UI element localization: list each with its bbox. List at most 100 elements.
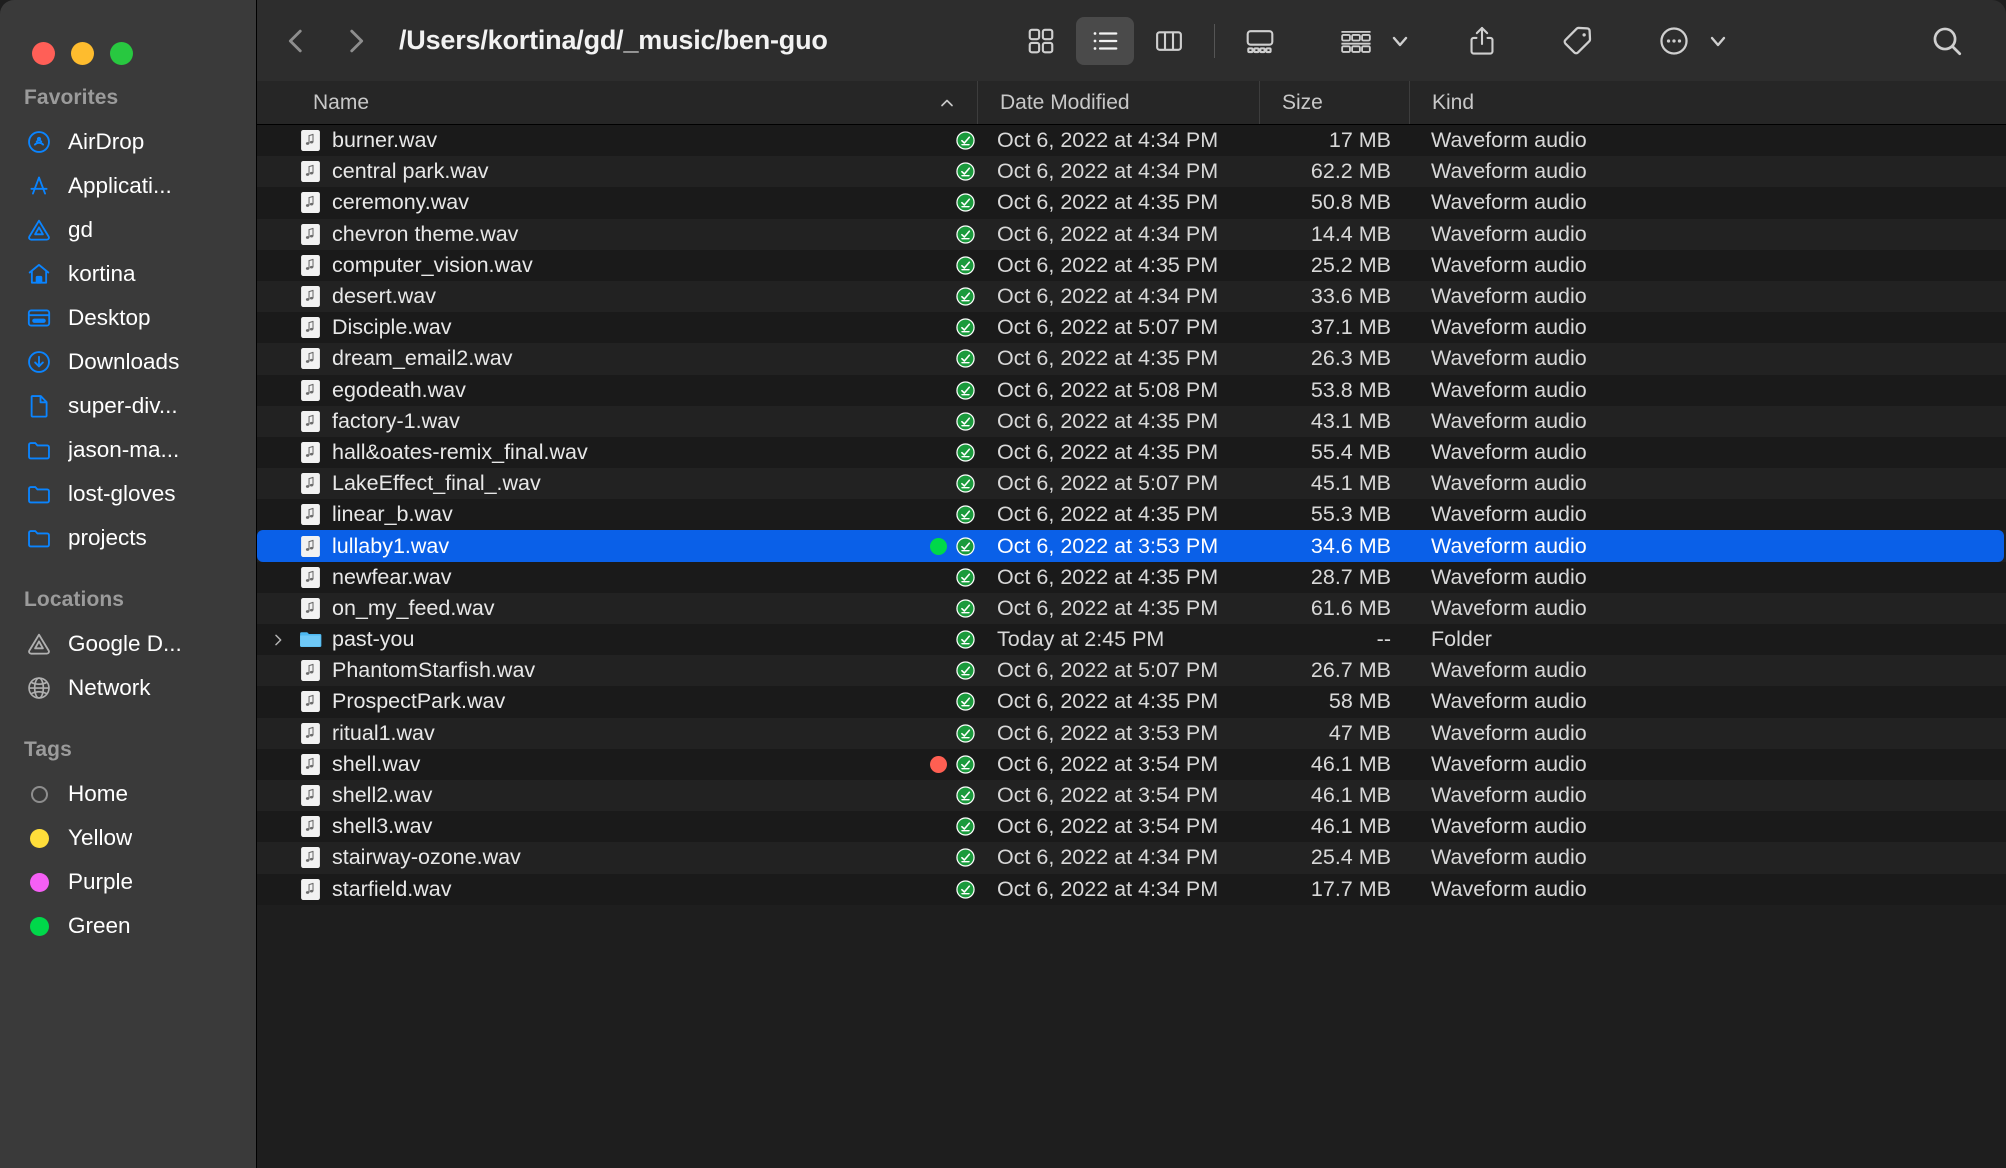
file-name-label: shell2.wav (332, 783, 433, 808)
table-row[interactable]: past-you Today at 2:45 PM -- Folder (257, 624, 2006, 656)
table-row[interactable]: on_my_feed.wav Oct 6, 2022 at 4:35 PM 61.6… (257, 592, 2006, 624)
table-row[interactable]: lullaby1.wav Oct 6, 2022 at 3:53 PM 34.6 M… (257, 530, 2006, 562)
sidebar-item-kortina[interactable]: kortina (0, 252, 256, 296)
sidebar-item-label: super-div... (68, 393, 178, 418)
table-row[interactable]: newfear.wav Oct 6, 2022 at 4:35 PM 28.7 MB… (257, 561, 2006, 593)
sidebar-item-projects[interactable]: projects (0, 516, 256, 560)
table-row[interactable]: desert.wav Oct 6, 2022 at 4:34 PM 33.6 MB W… (257, 280, 2006, 313)
cell-name[interactable]: newfear.wav (257, 565, 917, 590)
cell-name[interactable]: past-you (257, 627, 917, 652)
cell-name[interactable]: ProspectPark.wav (257, 689, 917, 714)
sidebar-item-jason-ma[interactable]: jason-ma... (0, 428, 256, 472)
audio-file-icon (299, 472, 322, 495)
table-row[interactable]: burner.wav Oct 6, 2022 at 4:34 PM 17 MB Wav… (257, 125, 2006, 157)
tag-button[interactable] (1549, 17, 1607, 65)
list-view-button[interactable] (1076, 16, 1135, 65)
sidebar-item-desktop[interactable]: Desktop (0, 296, 256, 340)
column-header-name[interactable]: Name (257, 81, 917, 124)
cell-kind: Waveform audio (1431, 564, 1587, 589)
cell-kind: Waveform audio (1431, 751, 1587, 776)
column-header-kind[interactable]: Kind (1409, 81, 2006, 124)
file-list[interactable]: burner.wav Oct 6, 2022 at 4:34 PM 17 MB Wav… (257, 125, 2006, 1168)
minimize-button[interactable] (71, 42, 94, 65)
tag-dot-icon (26, 825, 52, 851)
table-row[interactable]: starfield.wav Oct 6, 2022 at 4:34 PM 17.7 … (257, 873, 2006, 905)
cell-name[interactable]: egodeath.wav (257, 378, 917, 403)
table-row[interactable]: factory-1.wav Oct 6, 2022 at 4:35 PM 43.1 … (257, 405, 2006, 437)
table-row[interactable]: LakeEffect_final_.wav Oct 6, 2022 at 5:07… (257, 468, 2006, 500)
cell-size: 37.1 MB (1310, 315, 1391, 340)
cell-name[interactable]: on_my_feed.wav (257, 596, 917, 621)
group-by-chevron-down-icon[interactable] (1385, 26, 1415, 56)
share-button[interactable] (1453, 17, 1511, 65)
sidebar-item-gd[interactable]: gd (0, 208, 256, 252)
sidebar-item-network[interactable]: Network (0, 666, 256, 710)
more-chevron-down-icon[interactable] (1703, 26, 1733, 56)
table-row[interactable]: chevron theme.wav Oct 6, 2022 at 4:34 PM 1… (257, 218, 2006, 250)
cell-name[interactable]: ceremony.wav (257, 190, 917, 215)
forward-button[interactable] (339, 24, 373, 58)
sidebar-item-super-div[interactable]: super-div... (0, 384, 256, 428)
zoom-button[interactable] (110, 42, 133, 65)
cell-name[interactable]: central park.wav (257, 159, 917, 184)
table-row[interactable]: stairway-ozone.wav Oct 6, 2022 at 4:34 PM… (257, 842, 2006, 874)
column-header-size[interactable]: Size (1259, 81, 1409, 124)
group-by-button[interactable] (1327, 17, 1385, 65)
column-header-date-modified[interactable]: Date Modified (977, 81, 1259, 124)
table-row[interactable]: ceremony.wav Oct 6, 2022 at 4:35 PM 50.8 M… (257, 187, 2006, 219)
close-button[interactable] (32, 42, 55, 65)
cell-kind: Waveform audio (1431, 533, 1587, 558)
cell-name[interactable]: desert.wav (257, 284, 917, 309)
cell-name[interactable]: chevron theme.wav (257, 222, 917, 247)
sidebar-item-applicati[interactable]: Applicati... (0, 164, 256, 208)
cell-name[interactable]: starfield.wav (257, 877, 917, 902)
back-button[interactable] (279, 24, 313, 58)
sidebar-item-purple[interactable]: Purple (0, 860, 256, 904)
table-row[interactable]: shell.wav Oct 6, 2022 at 3:54 PM 46.1 MB Wa… (257, 748, 2006, 780)
table-row[interactable]: Disciple.wav Oct 6, 2022 at 5:07 PM 37.1 M… (257, 312, 2006, 344)
table-row[interactable]: ProspectPark.wav Oct 6, 2022 at 4:35 PM 58… (257, 686, 2006, 718)
cell-name[interactable]: shell3.wav (257, 814, 917, 839)
cell-name[interactable]: burner.wav (257, 128, 917, 153)
table-row[interactable]: computer_vision.wav Oct 6, 2022 at 4:35 P… (257, 249, 2006, 281)
table-row[interactable]: ritual1.wav Oct 6, 2022 at 3:53 PM 47 MB Wa… (257, 717, 2006, 749)
sidebar-item-lost-gloves[interactable]: lost-gloves (0, 472, 256, 516)
cell-name[interactable]: PhantomStarfish.wav (257, 658, 917, 683)
home-icon (26, 261, 52, 287)
cell-kind: Waveform audio (1431, 658, 1587, 683)
table-row[interactable]: shell3.wav Oct 6, 2022 at 3:54 PM 46.1 MB W… (257, 811, 2006, 843)
sidebar-item-downloads[interactable]: Downloads (0, 340, 256, 384)
sidebar-item-yellow[interactable]: Yellow (0, 816, 256, 860)
cell-name[interactable]: shell2.wav (257, 783, 917, 808)
sidebar-item-google-d[interactable]: Google D... (0, 622, 256, 666)
icon-view-button[interactable] (1012, 17, 1070, 65)
cell-name[interactable]: dream_email2.wav (257, 346, 917, 371)
search-button[interactable] (1918, 17, 1976, 65)
cell-name[interactable]: linear_b.wav (257, 502, 917, 527)
gallery-view-button[interactable] (1231, 17, 1289, 65)
cell-name[interactable]: lullaby1.wav (257, 534, 917, 559)
table-row[interactable]: egodeath.wav Oct 6, 2022 at 5:08 PM 53.8 M… (257, 374, 2006, 406)
more-button[interactable] (1645, 17, 1703, 65)
table-row[interactable]: shell2.wav Oct 6, 2022 at 3:54 PM 46.1 MB W… (257, 779, 2006, 812)
audio-file-icon (299, 191, 322, 214)
table-row[interactable]: PhantomStarfish.wav Oct 6, 2022 at 5:07 P… (257, 655, 2006, 687)
cell-name[interactable]: ritual1.wav (257, 721, 917, 746)
sidebar-item-green[interactable]: Green (0, 904, 256, 948)
cell-name[interactable]: hall&oates-remix_final.wav (257, 440, 917, 465)
table-row[interactable]: dream_email2.wav Oct 6, 2022 at 4:35 PM 26… (257, 343, 2006, 375)
table-row[interactable]: hall&oates-remix_final.wav Oct 6, 2022 at… (257, 436, 2006, 469)
cell-name[interactable]: factory-1.wav (257, 409, 917, 434)
column-view-button[interactable] (1140, 17, 1198, 65)
disclosure-chevron-right-icon[interactable] (267, 632, 289, 648)
cell-name[interactable]: computer_vision.wav (257, 253, 917, 278)
cell-name[interactable]: shell.wav (257, 752, 917, 777)
cell-name[interactable]: LakeEffect_final_.wav (257, 471, 917, 496)
cell-name[interactable]: stairway-ozone.wav (257, 845, 917, 870)
cell-kind: Waveform audio (1431, 346, 1587, 371)
table-row[interactable]: linear_b.wav Oct 6, 2022 at 4:35 PM 55.3 M… (257, 499, 2006, 531)
cell-name[interactable]: Disciple.wav (257, 315, 917, 340)
sidebar-item-home[interactable]: Home (0, 772, 256, 816)
sidebar-item-airdrop[interactable]: AirDrop (0, 120, 256, 164)
table-row[interactable]: central park.wav Oct 6, 2022 at 4:34 PM 62… (257, 156, 2006, 188)
